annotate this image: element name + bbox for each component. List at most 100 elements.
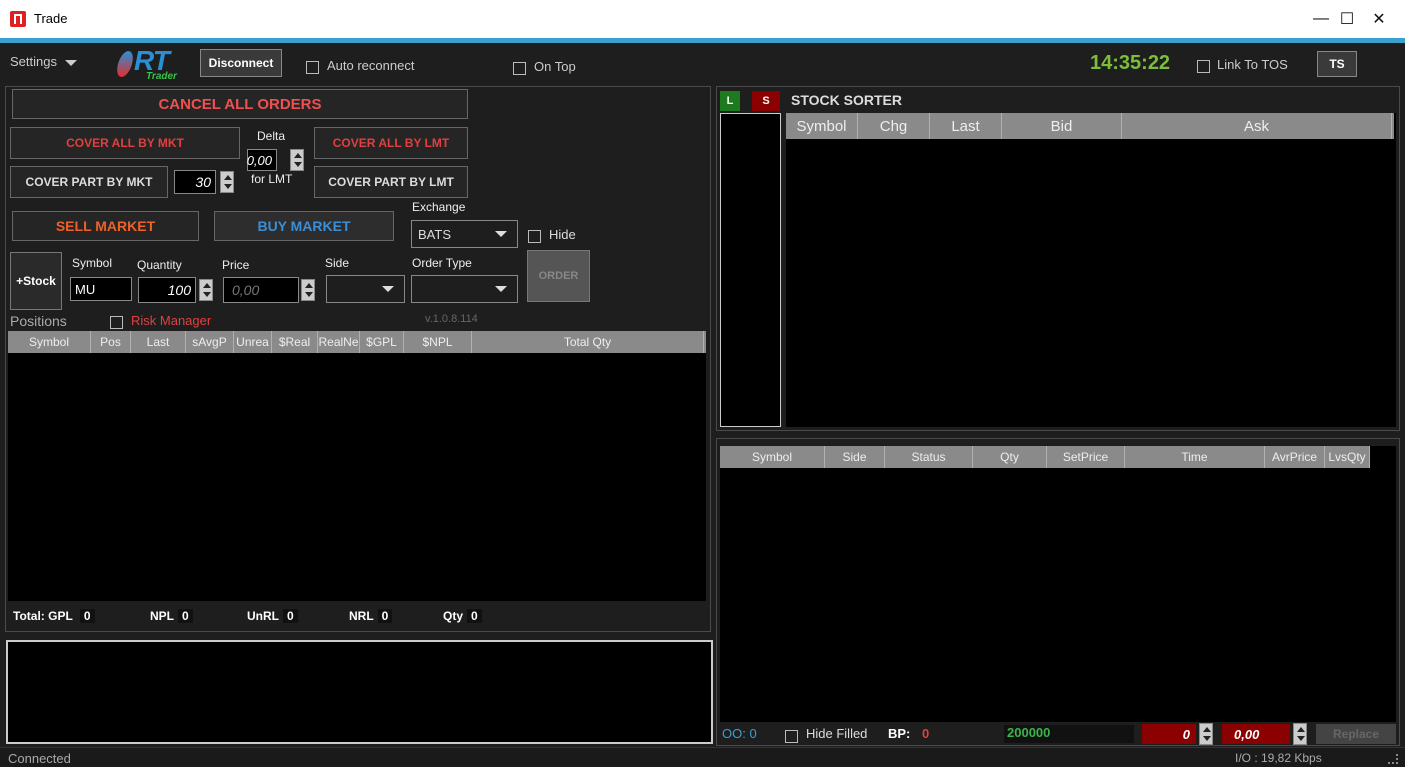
positions-column-header[interactable]: sAvgP [186, 331, 234, 353]
settings-menu[interactable]: Settings [10, 54, 77, 69]
on-top-checkbox[interactable] [513, 60, 526, 76]
sorter-column-header[interactable]: Chg [858, 113, 930, 139]
hide-checkbox[interactable] [528, 228, 541, 244]
chevron-down-icon [382, 286, 394, 292]
orders-column-header[interactable]: AvrPrice [1265, 446, 1325, 468]
order-button[interactable]: ORDER [527, 250, 590, 302]
logo-mark-icon [114, 51, 136, 77]
sorter-column-header[interactable]: Last [930, 113, 1002, 139]
orders-grid-header: Symbol Side Status Qty SetPrice Time AvrPrice L… [720, 446, 1370, 468]
cover-part-by-mkt-button[interactable]: COVER PART BY MKT [10, 166, 168, 198]
oo-value: 0 [749, 726, 757, 741]
disconnect-button[interactable]: Disconnect [200, 49, 282, 77]
connection-status: Connected [8, 751, 71, 766]
window-title: Trade [34, 11, 68, 26]
npl-total: NPL 0 [150, 609, 193, 623]
bp-amount: 200000 [1004, 725, 1134, 743]
positions-column-header[interactable]: Symbol [8, 331, 91, 353]
orders-column-header[interactable]: SetPrice [1047, 446, 1125, 468]
positions-column-header[interactable]: $NPL [404, 331, 472, 353]
delta-label: Delta [257, 129, 286, 143]
short-filter-button[interactable]: S [752, 91, 780, 111]
cover-all-by-lmt-button[interactable]: COVER ALL BY LMT [314, 127, 468, 159]
auto-reconnect-label: Auto reconnect [327, 58, 415, 73]
logo-subtext: Trader [146, 71, 177, 82]
sell-market-button[interactable]: SELL MARKET [12, 211, 199, 241]
cover-part-qty-spinner[interactable] [220, 171, 234, 193]
positions-grid[interactable] [8, 331, 706, 601]
nrl-total: NRL 0 [349, 609, 393, 623]
side-dropdown[interactable] [326, 275, 405, 303]
orders-column-header[interactable]: Side [825, 446, 885, 468]
orders-column-header[interactable]: LvsQty [1325, 446, 1370, 468]
delta-spinner[interactable] [290, 149, 304, 171]
totals-bar: Total: GPL 0 [13, 609, 95, 623]
version-label: v.1.0.8.114 [425, 313, 478, 325]
replace-price-spinner[interactable] [1293, 723, 1307, 745]
price-spinner[interactable] [301, 279, 315, 301]
delta-input[interactable]: 0,00 [247, 149, 277, 171]
positions-column-header[interactable]: RealNe [318, 331, 360, 353]
add-stock-button[interactable]: +Stock [10, 252, 62, 310]
positions-column-header[interactable]: $GPL [360, 331, 404, 353]
quantity-label: Quantity [137, 258, 182, 272]
sorter-column-header[interactable]: Ask [1122, 113, 1392, 139]
orders-column-header[interactable]: Qty [973, 446, 1047, 468]
replace-qty-input[interactable]: 0 [1142, 724, 1196, 744]
sorter-grid[interactable] [786, 113, 1396, 427]
replace-qty-spinner[interactable] [1199, 723, 1213, 745]
sorter-side-list[interactable] [720, 113, 781, 427]
sorter-grid-header: Symbol Chg Last Bid Ask [786, 113, 1394, 139]
buy-market-button[interactable]: BUY MARKET [214, 211, 394, 241]
sorter-column-header[interactable]: Bid [1002, 113, 1122, 139]
orders-grid[interactable] [720, 446, 1396, 722]
price-input[interactable]: 0,00 [223, 277, 299, 303]
gpl-value: 0 [79, 609, 95, 623]
message-log[interactable] [6, 640, 713, 744]
npl-value: 0 [178, 609, 193, 623]
cover-part-qty-input[interactable]: 30 [174, 170, 216, 194]
positions-label: Positions [10, 313, 67, 329]
resize-grip-icon[interactable] [1388, 754, 1398, 764]
replace-price-input[interactable]: 0,00 [1222, 724, 1290, 744]
settings-label: Settings [10, 54, 57, 69]
sorter-column-header[interactable]: Symbol [786, 113, 858, 139]
bp-label: BP: [888, 726, 911, 741]
quantity-input[interactable]: 100 [138, 277, 196, 303]
unrl-value: 0 [283, 609, 298, 623]
orders-column-header[interactable]: Time [1125, 446, 1265, 468]
hide-filled-checkbox[interactable] [785, 728, 798, 744]
positions-column-header[interactable]: Total Qty [472, 331, 704, 353]
orders-column-header[interactable]: Symbol [720, 446, 825, 468]
chevron-down-icon [495, 286, 507, 292]
total-label: Total: [13, 609, 45, 623]
qty-total: Qty 0 [443, 609, 482, 623]
auto-reconnect-checkbox[interactable] [306, 59, 319, 75]
caret-down-icon [64, 59, 77, 66]
cover-part-by-lmt-button[interactable]: COVER PART BY LMT [314, 166, 468, 198]
symbol-input[interactable]: MU [70, 277, 132, 301]
nrl-label: NRL [349, 609, 374, 623]
exchange-dropdown[interactable]: BATS [411, 220, 518, 248]
long-filter-button[interactable]: L [720, 91, 740, 111]
qty-value: 0 [467, 609, 482, 623]
order-type-label: Order Type [412, 256, 472, 270]
positions-column-header[interactable]: Pos [91, 331, 131, 353]
ts-button[interactable]: TS [1317, 51, 1357, 77]
cover-all-by-mkt-button[interactable]: COVER ALL BY MKT [10, 127, 240, 159]
risk-manager-checkbox[interactable] [110, 314, 123, 330]
cancel-all-orders-button[interactable]: CANCEL ALL ORDERS [12, 89, 468, 119]
accent-bar [0, 38, 1405, 43]
positions-column-header[interactable]: Unrea [234, 331, 272, 353]
quantity-spinner[interactable] [199, 279, 213, 301]
order-type-dropdown[interactable] [411, 275, 518, 303]
replace-button[interactable]: Replace [1316, 724, 1396, 744]
close-button[interactable]: ✕ [1356, 0, 1402, 38]
positions-column-header[interactable]: $Real [272, 331, 318, 353]
risk-manager-label: Risk Manager [131, 313, 212, 328]
orders-column-header[interactable]: Status [885, 446, 973, 468]
positions-column-header[interactable]: Last [131, 331, 186, 353]
exchange-value: BATS [418, 226, 451, 242]
link-tos-checkbox[interactable] [1197, 58, 1210, 74]
symbol-label: Symbol [72, 256, 113, 270]
